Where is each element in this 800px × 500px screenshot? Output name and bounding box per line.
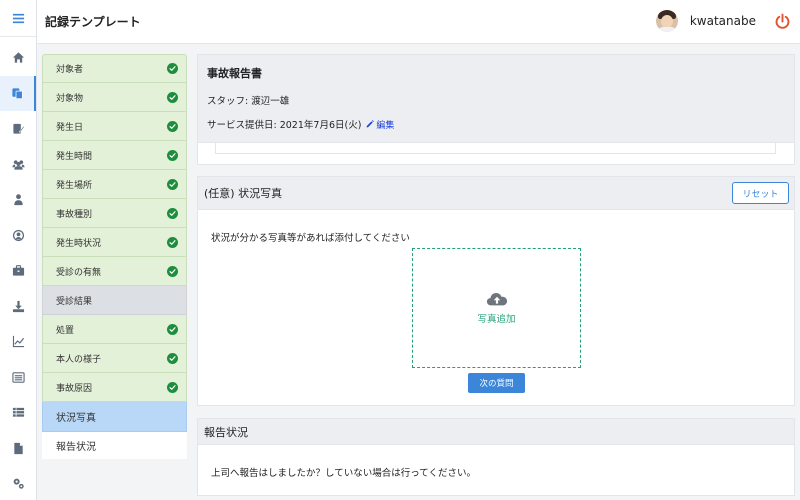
- photo-prompt: 状況が分かる写真等があれば添付してください: [211, 233, 410, 244]
- reset-button[interactable]: リセット: [732, 182, 789, 204]
- report-info-panel: 事故報告書 スタッフ: 渡辺一雄 サービス提供日: 2021年7月6日(火) 編…: [197, 54, 795, 165]
- step-label: 対象者: [56, 65, 84, 75]
- step-item[interactable]: 受診結果: [42, 286, 187, 315]
- report-status-panel: 報告状況 上司へ報告はしましたか？していない場合は行ってください。: [197, 418, 795, 496]
- step-label: 状況写真: [56, 413, 96, 424]
- check-icon: [167, 323, 178, 335]
- report-title: 事故報告書: [207, 67, 262, 80]
- settings-icon[interactable]: [0, 466, 36, 500]
- photo-panel: (任意) 状況写真 リセット 状況が分かる写真等があれば添付してください 写真追…: [197, 176, 795, 406]
- chart-icon[interactable]: [0, 324, 36, 360]
- download-icon[interactable]: [0, 289, 36, 325]
- step-label: 事故原因: [56, 383, 93, 394]
- service-date: サービス提供日: 2021年7月6日(火): [207, 120, 362, 131]
- step-item[interactable]: 事故種別: [42, 199, 187, 228]
- power-icon[interactable]: [774, 13, 791, 30]
- step-label: 処置: [56, 325, 75, 336]
- step-item[interactable]: 対象者: [42, 54, 187, 83]
- step-item[interactable]: 本人の様子: [42, 344, 187, 373]
- check-icon: [167, 352, 178, 364]
- edit-link[interactable]: 編集: [366, 118, 394, 131]
- step-list: 対象者対象物発生日発生時間発生場所事故種別発生時状況受診の有無受診結果処置本人の…: [42, 54, 187, 459]
- check-icon: [167, 120, 178, 132]
- check-icon: [167, 207, 178, 219]
- report-status-title: 報告状況: [198, 419, 794, 445]
- check-icon: [167, 63, 178, 74]
- step-item[interactable]: 発生場所: [42, 170, 187, 199]
- file-icon[interactable]: [0, 431, 36, 467]
- pencil-icon: [367, 120, 375, 128]
- step-label: 発生時状況: [56, 238, 102, 249]
- step-label: 発生日: [56, 122, 84, 133]
- page-title: 記録テンプレート: [45, 15, 141, 29]
- step-item[interactable]: 発生時間: [42, 141, 187, 170]
- user-circle-icon[interactable]: [0, 218, 36, 254]
- photo-dropzone[interactable]: 写真追加: [412, 248, 581, 368]
- report-content-box: [215, 143, 776, 154]
- step-label: 事故種別: [56, 209, 93, 220]
- check-icon: [167, 381, 178, 393]
- step-item[interactable]: 対象物: [42, 83, 187, 112]
- check-icon: [167, 91, 178, 103]
- step-item[interactable]: 事故原因: [42, 373, 187, 402]
- step-label: 報告状況: [56, 441, 96, 453]
- staff-name: スタッフ: 渡辺一雄: [207, 96, 290, 107]
- step-item[interactable]: 状況写真: [42, 402, 187, 432]
- username[interactable]: kwatanabe: [690, 14, 756, 28]
- list-icon[interactable]: [0, 360, 36, 396]
- check-icon: [167, 236, 178, 248]
- avatar[interactable]: [655, 10, 678, 32]
- user-menu[interactable]: kwatanabe: [655, 10, 756, 32]
- edit-document-icon[interactable]: [0, 111, 36, 147]
- edit-label[interactable]: 編集: [376, 118, 394, 131]
- step-label: 受診の有無: [56, 267, 102, 278]
- check-icon: [167, 178, 178, 190]
- home-icon[interactable]: [0, 40, 36, 76]
- step-label: 対象物: [56, 93, 84, 104]
- step-label: 発生時間: [56, 151, 93, 162]
- check-icon: [167, 265, 178, 277]
- step-item[interactable]: 処置: [42, 315, 187, 344]
- step-label: 発生場所: [56, 180, 93, 191]
- icon-rail: [0, 0, 37, 500]
- table-icon[interactable]: [0, 395, 36, 431]
- person-icon[interactable]: [0, 182, 36, 218]
- step-label: 受診結果: [56, 296, 93, 307]
- step-item[interactable]: 受診の有無: [42, 257, 187, 286]
- users-icon[interactable]: [0, 147, 36, 183]
- next-question-button[interactable]: 次の質問: [468, 373, 525, 393]
- briefcase-icon[interactable]: [0, 253, 36, 289]
- check-icon: [167, 149, 178, 161]
- add-photo-label[interactable]: 写真追加: [477, 311, 515, 325]
- copy-icon[interactable]: [0, 75, 36, 111]
- photo-section-title: (任意) 状況写真: [204, 187, 283, 200]
- report-status-question: 上司へ報告はしましたか？していない場合は行ってください。: [211, 468, 476, 479]
- step-label: 本人の様子: [56, 354, 102, 365]
- cloud-upload-icon: [486, 293, 507, 306]
- step-item[interactable]: 発生時状況: [42, 228, 187, 257]
- step-item[interactable]: 発生日: [42, 112, 187, 141]
- step-item[interactable]: 報告状況: [42, 432, 187, 459]
- app-header: 記録テンプレート kwatanabe: [37, 0, 800, 44]
- menu-icon[interactable]: [0, 0, 36, 37]
